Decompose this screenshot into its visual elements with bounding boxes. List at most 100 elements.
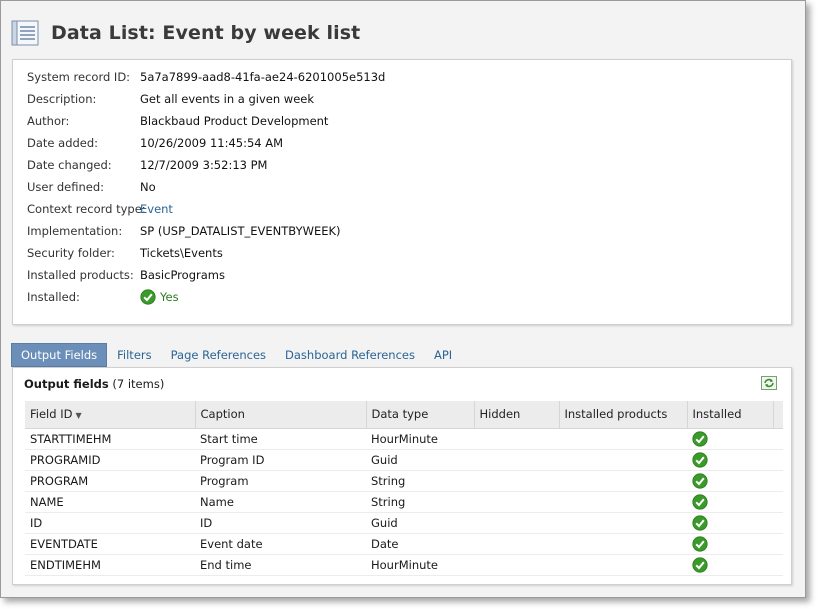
cell-caption: Start time (195, 428, 366, 450)
column-header-caption[interactable]: Caption (195, 401, 367, 429)
table-row[interactable]: STARTTIMEHM Start time HourMinute (25, 428, 783, 450)
info-row-system-record-id: System record ID: 5a7a7899-aad8-41fa-ae2… (27, 67, 385, 87)
info-value: 5a7a7899-aad8-41fa-ae24-6201005e513d (140, 70, 386, 84)
info-value: BasicPrograms (140, 268, 225, 282)
cell-hidden (474, 512, 559, 534)
green-check-icon (140, 289, 156, 305)
cell-hidden (474, 428, 559, 450)
info-row-date-changed: Date changed: 12/7/2009 3:52:13 PM (27, 155, 267, 175)
column-header-installed[interactable]: Installed (687, 401, 774, 429)
cell-installed (687, 491, 773, 513)
cell-installed-products (559, 512, 687, 534)
grid-title-text: Output fields (24, 377, 109, 391)
tab-dashboard-references[interactable]: Dashboard References (276, 343, 424, 367)
cell-data-type: String (366, 470, 474, 492)
info-row-user-defined: User defined: No (27, 177, 156, 197)
info-label: Author: (27, 114, 70, 128)
info-label: Date changed: (27, 158, 112, 172)
info-label: Security folder: (27, 246, 115, 260)
cell-caption: Program ID (195, 449, 366, 471)
table-row[interactable]: EVENTDATE Event date Date (25, 533, 783, 555)
green-check-icon (692, 472, 708, 489)
cell-spacer (773, 491, 783, 513)
info-row-context-record-type: Context record type: Event (27, 199, 173, 219)
sort-descending-icon: ▼ (75, 411, 82, 421)
refresh-icon[interactable] (761, 376, 777, 390)
info-label: Date added: (27, 136, 99, 150)
green-check-icon (692, 514, 708, 531)
cell-installed-products (559, 533, 687, 555)
cell-field-id: EVENTDATE (25, 533, 195, 555)
cell-hidden (474, 491, 559, 513)
info-value: Tickets\Events (140, 246, 223, 260)
cell-spacer (773, 554, 783, 576)
tab-output-fields[interactable]: Output Fields (11, 343, 108, 367)
table-row[interactable]: NAME Name String (25, 491, 783, 513)
cell-spacer (773, 428, 783, 450)
cell-installed-products (559, 470, 687, 492)
info-label: User defined: (27, 180, 105, 194)
info-value: SP (USP_DATALIST_EVENTBYWEEK) (140, 224, 341, 238)
cell-caption: Program (195, 470, 366, 492)
document-list-icon (11, 20, 39, 46)
page-title: Data List: Event by week list (51, 22, 361, 44)
cell-hidden (474, 470, 559, 492)
cell-spacer (773, 512, 783, 534)
table-row[interactable]: ENDTIMEHM End time HourMinute (25, 554, 783, 576)
info-value: No (140, 180, 156, 194)
info-row-installed-products: Installed products: BasicPrograms (27, 265, 225, 285)
cell-spacer (773, 470, 783, 492)
tab-api[interactable]: API (425, 343, 461, 367)
green-check-icon (692, 535, 708, 552)
tab-filters[interactable]: Filters (108, 343, 160, 367)
installed-status: Yes (140, 289, 179, 305)
info-label: Context record type: (27, 202, 146, 216)
cell-caption: End time (195, 554, 366, 576)
info-row-description: Description: Get all events in a given w… (27, 89, 314, 109)
tab-bar: Output Fields Filters Page References Da… (11, 343, 462, 367)
info-value: Blackbaud Product Development (140, 114, 329, 128)
info-row-installed: Installed: Yes (27, 287, 179, 307)
cell-installed (687, 533, 773, 555)
cell-installed (687, 449, 773, 471)
column-header-field-id[interactable]: Field ID ▼ (25, 401, 196, 429)
info-row-implementation: Implementation: SP (USP_DATALIST_EVENTBY… (27, 221, 341, 241)
page-header: Data List: Event by week list (11, 13, 360, 53)
cell-data-type: Guid (366, 512, 474, 534)
info-label: Installed products: (27, 268, 134, 282)
cell-field-id: ENDTIMEHM (25, 554, 195, 576)
cell-data-type: HourMinute (366, 428, 474, 450)
cell-field-id: NAME (25, 491, 195, 513)
info-value: 12/7/2009 3:52:13 PM (140, 158, 268, 172)
table-row[interactable]: PROGRAM Program String (25, 470, 783, 492)
info-row-author: Author: Blackbaud Product Development (27, 111, 328, 131)
context-record-type-link[interactable]: Event (140, 202, 173, 216)
cell-field-id: PROGRAMID (25, 449, 195, 471)
cell-spacer (773, 449, 783, 471)
cell-data-type: Date (366, 533, 474, 555)
cell-caption: Name (195, 491, 366, 513)
cell-installed-products (559, 449, 687, 471)
info-label: Installed: (27, 290, 80, 304)
tab-page-references[interactable]: Page References (162, 343, 275, 367)
info-label: Description: (27, 92, 97, 106)
cell-field-id: STARTTIMEHM (25, 428, 195, 450)
info-value: 10/26/2009 11:45:54 AM (140, 136, 284, 150)
installed-yes-text: Yes (160, 290, 179, 304)
cell-data-type: HourMinute (366, 554, 474, 576)
table-row[interactable]: ID ID Guid (25, 512, 783, 534)
table-header-row: Field ID ▼ Caption Data type Hidden Insta… (25, 401, 783, 429)
cell-installed (687, 470, 773, 492)
scrollbar-header-spacer (773, 401, 783, 429)
table-row[interactable]: PROGRAMID Program ID Guid (25, 449, 783, 471)
info-row-security-folder: Security folder: Tickets\Events (27, 243, 223, 263)
column-header-hidden[interactable]: Hidden (474, 401, 560, 429)
column-header-installed-products[interactable]: Installed products (559, 401, 688, 429)
cell-installed (687, 428, 773, 450)
output-fields-body: STARTTIMEHM Start time HourMinute PROGRAMID… (25, 428, 783, 576)
cell-installed-products (559, 428, 687, 450)
output-fields-table: Field ID ▼ Caption Data type Hidden Insta… (25, 401, 783, 576)
column-header-data-type[interactable]: Data type (366, 401, 475, 429)
green-check-icon (692, 451, 708, 468)
cell-hidden (474, 449, 559, 471)
